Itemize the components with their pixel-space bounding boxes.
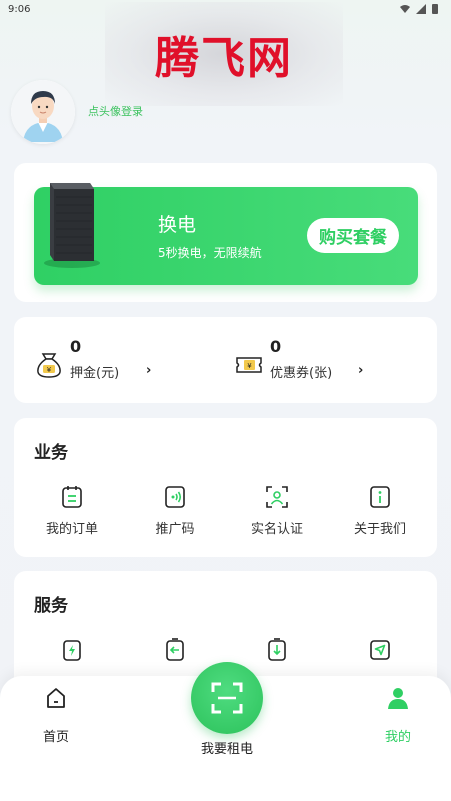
battery-cabinet-icon xyxy=(268,638,286,661)
real-name-verify-button[interactable]: 实名认证 xyxy=(227,484,327,540)
service-title: 服务 xyxy=(34,596,68,616)
about-us-label: 关于我们 xyxy=(353,522,406,537)
scan-rent-button[interactable] xyxy=(191,662,263,734)
return-battery-icon xyxy=(166,638,184,661)
scan-icon xyxy=(211,682,243,714)
nav-home-label: 首页 xyxy=(42,730,69,745)
status-time: 9:06 xyxy=(8,4,31,15)
signal-icon xyxy=(416,4,426,14)
my-orders-button[interactable]: 我的订单 xyxy=(22,484,122,540)
wallet-card: ¥ 0 押金(元) › ¥ 0 优惠券(张) › xyxy=(14,317,437,403)
buy-package-button[interactable]: 购买套餐 xyxy=(307,218,399,253)
watermark: 腾飞网 xyxy=(105,2,343,106)
login-prompt[interactable]: 点头像登录 xyxy=(88,103,143,119)
deposit-value: 0 xyxy=(70,337,82,356)
status-icons xyxy=(399,3,439,15)
home-icon xyxy=(47,688,65,708)
svg-text:¥: ¥ xyxy=(247,362,252,370)
nav-mine[interactable]: 我的 xyxy=(378,686,418,746)
money-bag-icon: ¥ xyxy=(37,353,61,378)
banner-subtitle: 5秒换电，无限续航 xyxy=(158,246,262,260)
battery-icon xyxy=(432,4,438,14)
promo-code-button[interactable]: 推广码 xyxy=(125,484,225,540)
avatar[interactable] xyxy=(11,80,75,144)
banner-title: 换电 xyxy=(158,214,197,236)
battery-charge-icon xyxy=(63,640,81,661)
about-us-button[interactable]: 关于我们 xyxy=(330,484,430,540)
watermark-text: 腾飞网 xyxy=(155,33,293,84)
coupon-ticket-icon: ¥ xyxy=(236,357,262,373)
nav-home[interactable]: 首页 xyxy=(36,686,76,746)
deposit-arrow-icon: › xyxy=(146,363,152,378)
scan-rent-label[interactable]: 我要租电 xyxy=(186,738,268,757)
battery-cabinet-image-icon xyxy=(44,183,100,268)
nav-mine-label: 我的 xyxy=(384,730,411,745)
user-icon xyxy=(388,688,408,709)
deposit-label: 押金(元) xyxy=(70,366,120,381)
real-name-verify-label: 实名认证 xyxy=(250,522,303,537)
order-list-icon xyxy=(62,486,82,508)
id-verify-icon xyxy=(266,486,288,508)
promo-code-icon xyxy=(165,486,185,508)
my-orders-label: 我的订单 xyxy=(45,522,98,537)
promo-code-label: 推广码 xyxy=(155,522,195,537)
coupon-label: 优惠券(张) xyxy=(270,366,333,381)
business-title: 业务 xyxy=(34,443,68,463)
business-card: 业务 我的订单 推广码 实名认证 关于我们 xyxy=(14,418,437,557)
coupon-arrow-icon: › xyxy=(358,363,364,378)
wifi-icon xyxy=(400,5,410,13)
avatar-illustration-icon xyxy=(11,80,75,144)
info-icon xyxy=(370,486,390,508)
coupon-value: 0 xyxy=(270,337,282,356)
navigate-icon xyxy=(370,640,390,660)
svg-text:¥: ¥ xyxy=(47,366,52,374)
